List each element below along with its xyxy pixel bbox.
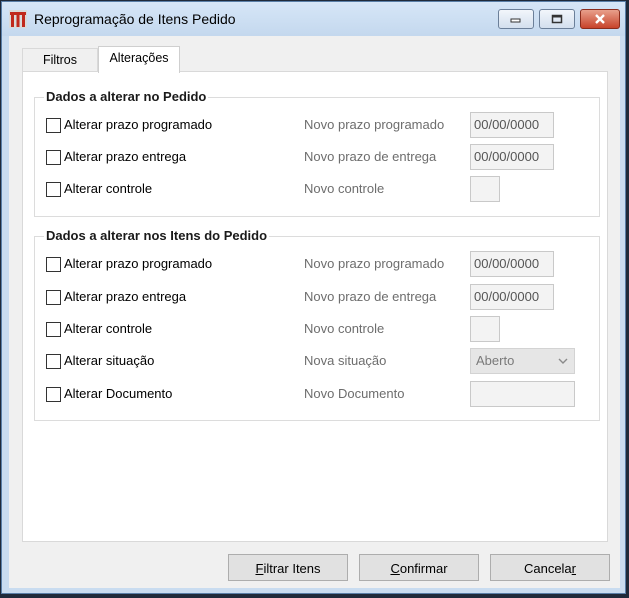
checkbox-label[interactable]: Alterar situação [64, 353, 154, 368]
pedido-row-prazo-programado: Alterar prazo programado Novo prazo prog… [35, 112, 599, 139]
checkbox-label[interactable]: Alterar controle [64, 321, 152, 336]
maximize-icon [551, 14, 563, 24]
checkbox-label[interactable]: Alterar prazo programado [64, 117, 212, 132]
field-label: Novo prazo de entrega [304, 149, 437, 164]
checkbox-alterar-prazo-programado[interactable] [46, 257, 61, 272]
dialog-window: Reprogramação de Itens Pedido Filtros Al… [1, 1, 626, 594]
novo-documento-field[interactable] [470, 381, 575, 407]
tab-panel-alteracoes: Dados a alterar no Pedido Alterar prazo … [22, 71, 608, 542]
field-label: Novo Documento [304, 386, 405, 401]
cancelar-button[interactable]: Cancelar [490, 554, 610, 581]
itens-row-documento: Alterar Documento Novo Documento [35, 381, 599, 408]
checkbox-alterar-prazo-entrega[interactable] [46, 150, 61, 165]
button-label: onfirmar [399, 561, 448, 576]
checkbox-alterar-controle[interactable] [46, 322, 61, 337]
group-itens-title: Dados a alterar nos Itens do Pedido [44, 228, 270, 243]
minimize-button[interactable] [498, 9, 534, 29]
novo-controle-field[interactable] [470, 176, 500, 202]
button-label: iltrar Itens [263, 561, 321, 576]
group-pedido-title: Dados a alterar no Pedido [44, 89, 209, 104]
field-label: Novo controle [304, 181, 385, 196]
close-button[interactable] [580, 9, 620, 29]
chevron-down-icon [558, 358, 568, 364]
checkbox-label[interactable]: Alterar prazo entrega [64, 149, 186, 164]
pedido-row-controle: Alterar controle Novo controle [35, 176, 599, 203]
dialog-client-area: Filtros Alterações Dados a alterar no Pe… [9, 36, 620, 588]
pedido-row-prazo-entrega: Alterar prazo entrega Novo prazo de entr… [35, 144, 599, 171]
checkbox-alterar-prazo-programado[interactable] [46, 118, 61, 133]
field-label: Novo prazo de entrega [304, 289, 437, 304]
group-pedido: Dados a alterar no Pedido Alterar prazo … [34, 89, 600, 217]
select-value: Aberto [476, 353, 515, 368]
itens-row-prazo-entrega: Alterar prazo entrega Novo prazo de entr… [35, 284, 599, 311]
confirmar-button[interactable]: Confirmar [359, 554, 479, 581]
group-itens: Dados a alterar nos Itens do Pedido Alte… [34, 228, 600, 421]
tab-filtros[interactable]: Filtros [22, 48, 98, 72]
checkbox-alterar-documento[interactable] [46, 387, 61, 402]
field-label: Novo controle [304, 321, 385, 336]
field-label: Nova situação [304, 353, 387, 368]
checkbox-alterar-controle[interactable] [46, 182, 61, 197]
checkbox-alterar-prazo-entrega[interactable] [46, 290, 61, 305]
title-bar[interactable]: Reprogramação de Itens Pedido [2, 2, 625, 36]
maximize-button[interactable] [539, 9, 575, 29]
checkbox-label[interactable]: Alterar controle [64, 181, 152, 196]
button-accelerator: C [390, 561, 400, 576]
date-field-novo-prazo-programado[interactable]: 00/00/0000 [470, 251, 554, 277]
date-field-novo-prazo-entrega[interactable]: 00/00/0000 [470, 144, 554, 170]
checkbox-label[interactable]: Alterar prazo entrega [64, 289, 186, 304]
nova-situacao-select[interactable]: Aberto [470, 348, 575, 374]
checkbox-alterar-situacao[interactable] [46, 354, 61, 369]
button-label: Cancela [523, 561, 572, 576]
checkbox-label[interactable]: Alterar Documento [64, 386, 172, 401]
app-logo-icon [9, 10, 27, 28]
field-label: Novo prazo programado [304, 256, 445, 271]
field-label: Novo prazo programado [304, 117, 445, 132]
close-icon [595, 14, 605, 24]
date-field-novo-prazo-programado[interactable]: 00/00/0000 [470, 112, 554, 138]
itens-row-prazo-programado: Alterar prazo programado Novo prazo prog… [35, 251, 599, 278]
minimize-icon [510, 18, 521, 23]
itens-row-situacao: Alterar situação Nova situação Aberto [35, 348, 599, 375]
filtrar-itens-button[interactable]: Filtrar Itens [228, 554, 348, 581]
itens-row-controle: Alterar controle Novo controle [35, 316, 599, 343]
checkbox-label[interactable]: Alterar prazo programado [64, 256, 212, 271]
date-field-novo-prazo-entrega[interactable]: 00/00/0000 [470, 284, 554, 310]
tab-alteracoes[interactable]: Alterações [98, 46, 180, 73]
button-accelerator: r [571, 561, 577, 576]
novo-controle-field[interactable] [470, 316, 500, 342]
window-title: Reprogramação de Itens Pedido [34, 11, 236, 27]
